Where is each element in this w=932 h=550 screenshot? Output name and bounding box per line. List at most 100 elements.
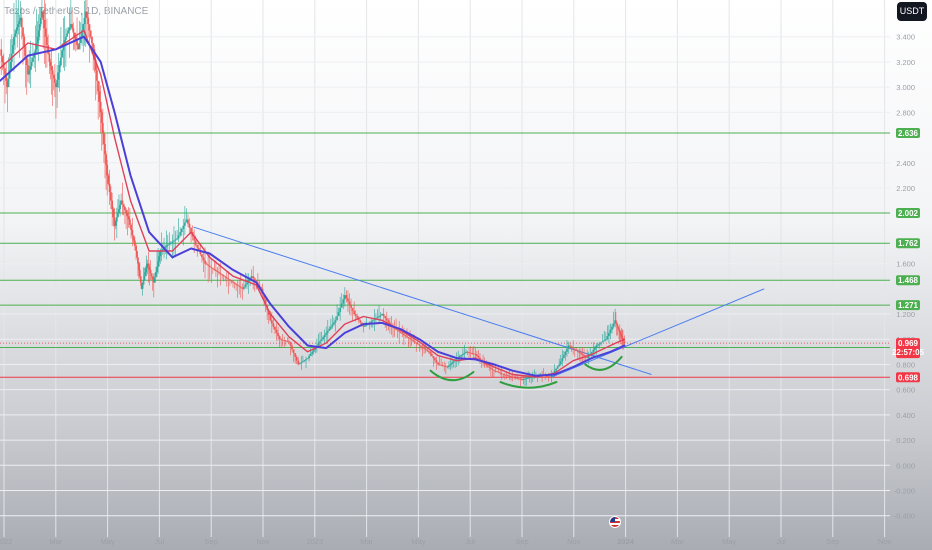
candle-body: [562, 354, 565, 359]
candle-body: [404, 335, 407, 337]
candle-body: [239, 286, 242, 288]
candle-body: [51, 70, 54, 75]
candle-body: [107, 175, 110, 184]
candle-body: [71, 24, 73, 29]
level-badge: 1.468: [898, 276, 919, 285]
candle-body: [616, 324, 619, 327]
candle-body: [153, 277, 156, 283]
candle-body: [505, 374, 508, 376]
candle-body: [280, 339, 283, 341]
candle-body: [227, 278, 230, 280]
candle-body: [387, 320, 390, 323]
candle-body: [617, 326, 620, 329]
candle-body: [517, 378, 520, 380]
candle-body: [52, 74, 55, 79]
candle-body: [66, 33, 69, 37]
arcs-layer: [429, 355, 623, 389]
candle-body: [78, 43, 81, 50]
candle-body: [228, 279, 231, 281]
candle-body: [402, 333, 405, 336]
y-tick-label: 0.000: [896, 461, 915, 470]
candle-body: [461, 353, 464, 355]
candle-body: [578, 351, 581, 353]
candle-body: [294, 353, 297, 357]
candle-body: [463, 352, 466, 354]
candle-body: [353, 310, 356, 315]
candle-body: [53, 78, 56, 83]
candle-body: [89, 30, 92, 37]
candle-body: [168, 243, 171, 245]
candle-body: [522, 379, 525, 380]
x-axis[interactable]: 2022 Mar May Jul Sep Nov 2023 Mar May Jul Sep Nov 20…: [0, 537, 892, 546]
candle-body: [166, 244, 169, 246]
candle-body: [111, 200, 114, 209]
candle-body: [370, 321, 373, 323]
candle-body: [108, 183, 111, 193]
candle-body: [306, 358, 309, 360]
candle-body: [435, 360, 438, 363]
candle-body: [438, 364, 441, 366]
candle-body: [1, 55, 4, 62]
candle-body: [99, 101, 102, 113]
trendline[interactable]: [551, 288, 765, 378]
candle-body: [468, 352, 471, 354]
y-tick-label: 2.800: [896, 108, 915, 117]
candle-body: [601, 341, 604, 343]
x-tick-label: Sep: [205, 537, 218, 546]
candle-body: [241, 287, 244, 289]
candle-body: [558, 364, 561, 367]
candle-body: [235, 283, 238, 285]
candle-body: [485, 364, 488, 366]
candle-body: [218, 272, 220, 274]
candle-body: [420, 345, 422, 347]
candle-body: [580, 352, 582, 354]
candle-body: [165, 245, 168, 247]
pattern-arc[interactable]: [429, 369, 475, 382]
candle-body: [396, 329, 399, 331]
candle-body: [17, 24, 20, 28]
candle-body: [275, 329, 278, 333]
price-chart[interactable]: 3.400 3.200 3.000 2.800 2.400 2.200 1.600 1.200…: [0, 0, 932, 550]
moving-averages-layer: [0, 29, 626, 378]
pattern-arc[interactable]: [499, 381, 558, 389]
candle-body: [567, 345, 570, 349]
candle-body: [68, 27, 71, 31]
candle-body: [64, 36, 67, 40]
candle-body: [525, 378, 528, 380]
y-tick-label: 3.400: [896, 33, 915, 42]
candle-body: [155, 272, 157, 278]
candle-body: [308, 356, 311, 359]
candle-body: [441, 365, 444, 367]
candle-body: [44, 28, 47, 37]
candle-body: [114, 221, 117, 226]
candle-body: [528, 377, 531, 379]
candle-body: [606, 336, 609, 340]
candle-body: [57, 72, 60, 80]
candle-body: [561, 358, 564, 362]
candle-body: [336, 316, 338, 321]
candle-body: [514, 377, 517, 379]
y-tick-label: 0.600: [896, 386, 915, 395]
candle-body: [37, 30, 40, 37]
candle-body: [592, 349, 595, 352]
x-tick-label: Sep: [515, 537, 528, 546]
us-flag-event-icon[interactable]: [609, 516, 621, 528]
candle-body: [325, 332, 328, 336]
candle-body: [326, 330, 329, 333]
candle-body: [381, 314, 384, 316]
candle-body: [385, 318, 388, 321]
candle-body: [291, 345, 293, 350]
candle-body: [225, 277, 228, 279]
candle-body: [98, 91, 101, 102]
x-tick-label: 2023: [306, 537, 323, 546]
candle-body: [132, 235, 135, 241]
candle-body: [158, 256, 161, 262]
candle-body: [339, 307, 342, 312]
candle-body: [521, 379, 523, 380]
candle-body: [38, 24, 41, 31]
candle-body: [331, 324, 334, 327]
candle-body: [475, 354, 478, 357]
grid-layer: [0, 0, 890, 537]
candle-body: [183, 222, 186, 226]
candle-body: [371, 320, 374, 322]
